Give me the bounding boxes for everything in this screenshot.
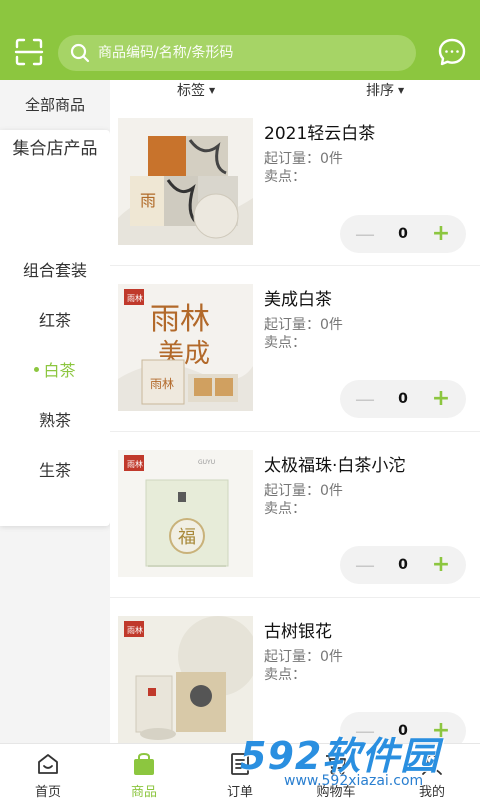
product-card[interactable]: 雨林 古树银花 起订量：0件 卖点： — 0 +: [110, 598, 480, 743]
category-item-white-tea[interactable]: 白茶: [0, 360, 110, 382]
increase-button[interactable]: +: [428, 215, 454, 253]
bottom-tab-bar: 首页 商品 订单 购物车 我的: [0, 743, 480, 800]
product-card[interactable]: 雨林 雨林 美成 雨林 美成白茶 起订量：0件 卖点： — 0 +: [110, 266, 480, 432]
svg-text:雨林: 雨林: [127, 293, 143, 303]
quantity-value[interactable]: 0: [386, 380, 420, 418]
product-image: 雨林 雨林 美成 雨林: [118, 284, 253, 411]
decrease-button[interactable]: —: [352, 712, 378, 743]
increase-button[interactable]: +: [428, 380, 454, 418]
product-selling-point: 卖点：: [264, 667, 306, 683]
quantity-stepper: — 0 +: [340, 546, 466, 584]
category-item-combo[interactable]: 组合套装: [0, 260, 110, 282]
search-input[interactable]: [98, 35, 398, 71]
quantity-value[interactable]: 0: [386, 546, 420, 584]
decrease-button[interactable]: —: [352, 380, 378, 418]
product-image: 雨: [118, 118, 253, 245]
search-icon: [70, 43, 90, 63]
increase-button[interactable]: +: [428, 546, 454, 584]
product-min-order: 起订量：0件: [264, 151, 343, 167]
product-image: 雨林 GUYU 福: [118, 450, 253, 577]
category-sidebar: 全部商品 集合店产品 组合套装 红茶 白茶 熟茶 生茶: [0, 80, 110, 743]
quantity-stepper: — 0 +: [340, 215, 466, 253]
category-item-raw-puer[interactable]: 生茶: [0, 460, 110, 482]
product-name: 太极福珠·白茶小沱: [264, 456, 406, 476]
tab-profile-label: 我的: [418, 785, 445, 800]
product-list: 雨 2021轻云白茶 起订量：0件 卖点： — 0 + 雨林 雨林 美成 雨林: [110, 100, 480, 743]
category-group-title[interactable]: 集合店产品: [0, 138, 110, 160]
product-card[interactable]: 雨 2021轻云白茶 起订量：0件 卖点： — 0 +: [110, 100, 480, 266]
category-group-card: 集合店产品 组合套装 红茶 白茶 熟茶 生茶: [0, 130, 110, 526]
caret-down-icon: ▼: [209, 86, 216, 95]
tab-home-label: 首页: [34, 785, 61, 800]
quantity-stepper: — 0 +: [340, 712, 466, 743]
product-name: 美成白茶: [264, 290, 332, 310]
svg-text:雨林: 雨林: [150, 302, 210, 337]
svg-text:GUYU: GUYU: [198, 459, 215, 466]
product-min-order: 起订量：0件: [264, 317, 343, 333]
tab-cart[interactable]: 购物车: [288, 744, 384, 800]
svg-text:雨林: 雨林: [127, 459, 143, 469]
svg-text:雨林: 雨林: [127, 625, 143, 635]
home-icon: [36, 752, 60, 776]
order-icon: [228, 752, 252, 776]
svg-text:福: 福: [178, 527, 196, 548]
product-name: 古树银花: [264, 622, 332, 642]
search-bar[interactable]: [58, 35, 416, 71]
product-selling-point: 卖点：: [264, 501, 306, 517]
tag-filter-label: 标签: [177, 83, 205, 99]
message-icon[interactable]: [437, 37, 467, 67]
top-bar: [0, 0, 480, 80]
tab-products[interactable]: 商品: [96, 744, 192, 800]
tab-home[interactable]: 首页: [0, 744, 96, 800]
category-item-black-tea[interactable]: 红茶: [0, 310, 110, 332]
tab-products-label: 商品: [130, 785, 157, 800]
product-image: 雨林: [118, 616, 253, 743]
quantity-value[interactable]: 0: [386, 215, 420, 253]
category-all[interactable]: 全部商品: [0, 80, 110, 130]
selected-dot: [34, 367, 40, 372]
user-icon: [420, 752, 444, 776]
product-min-order: 起订量：0件: [264, 483, 343, 499]
tab-cart-label: 购物车: [316, 785, 356, 800]
product-selling-point: 卖点：: [264, 335, 306, 351]
scan-icon[interactable]: [14, 37, 44, 67]
tab-profile[interactable]: 我的: [384, 744, 480, 800]
filter-bar: 标签 ▼ 排序 ▼: [110, 80, 480, 100]
tab-orders-label: 订单: [226, 785, 253, 800]
product-selling-point: 卖点：: [264, 169, 306, 185]
sort-filter[interactable]: 排序 ▼: [366, 80, 404, 100]
quantity-value[interactable]: 0: [386, 712, 420, 743]
caret-down-icon: ▼: [398, 86, 405, 95]
quantity-stepper: — 0 +: [340, 380, 466, 418]
bag-icon: [132, 752, 156, 776]
svg-text:雨林: 雨林: [150, 377, 174, 391]
svg-text:雨: 雨: [140, 191, 156, 210]
category-item-ripe-puer[interactable]: 熟茶: [0, 410, 110, 432]
tab-orders[interactable]: 订单: [192, 744, 288, 800]
cart-icon: [324, 752, 348, 776]
category-item-white-tea-label: 白茶: [43, 361, 76, 380]
product-min-order: 起订量：0件: [264, 649, 343, 665]
tag-filter[interactable]: 标签 ▼: [177, 80, 215, 100]
decrease-button[interactable]: —: [352, 215, 378, 253]
product-card[interactable]: 雨林 GUYU 福 太极福珠·白茶小沱 起订量：0件 卖点： — 0 +: [110, 432, 480, 598]
increase-button[interactable]: +: [428, 712, 454, 743]
decrease-button[interactable]: —: [352, 546, 378, 584]
sort-filter-label: 排序: [366, 83, 394, 99]
product-name: 2021轻云白茶: [264, 124, 376, 144]
